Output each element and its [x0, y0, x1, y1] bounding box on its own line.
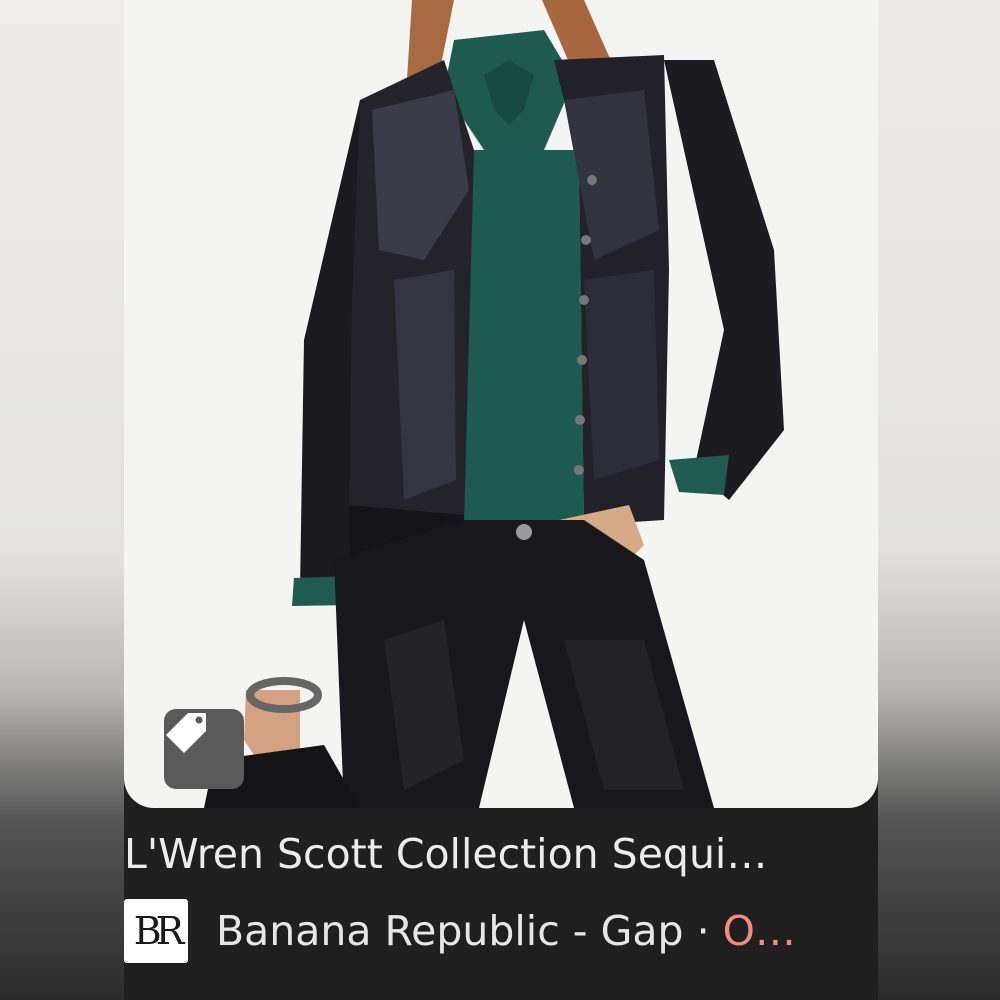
search-result-card[interactable]: L'Wren Scott Collection Sequi… BR Banana… [124, 0, 878, 1000]
result-source[interactable]: BR Banana Republic - Gap · O… [124, 896, 878, 966]
site-favicon: BR [124, 899, 188, 963]
product-photo-illustration [204, 0, 784, 808]
price-tag-icon [166, 713, 206, 753]
source-status: O… [722, 907, 796, 955]
product-image[interactable] [124, 0, 878, 808]
blurred-background-right [878, 0, 1000, 1000]
shopping-tag-button[interactable] [164, 709, 244, 789]
source-label: Banana Republic - Gap · O… [216, 907, 796, 955]
blurred-background-left [0, 0, 124, 1000]
result-title[interactable]: L'Wren Scott Collection Sequi… [124, 826, 878, 882]
source-separator: · [683, 907, 723, 955]
source-name: Banana Republic - Gap [216, 907, 684, 955]
